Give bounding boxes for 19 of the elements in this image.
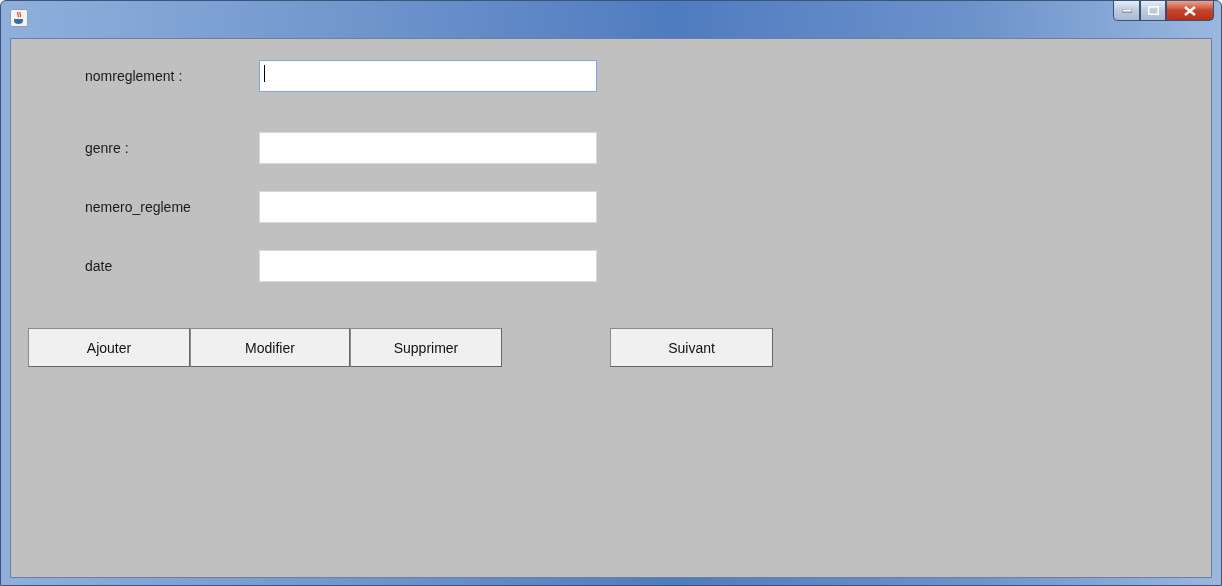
action-button[interactable]: Modifier bbox=[190, 328, 350, 367]
minimize-icon bbox=[1121, 8, 1132, 13]
maximize-button[interactable] bbox=[1140, 1, 1166, 21]
field-label: genre : bbox=[85, 140, 130, 156]
input-field[interactable] bbox=[259, 250, 597, 282]
minimize-button[interactable] bbox=[1113, 1, 1140, 21]
input-field[interactable] bbox=[259, 191, 597, 223]
field-label: date bbox=[85, 258, 114, 274]
input-field[interactable] bbox=[259, 60, 597, 92]
input-field[interactable] bbox=[259, 132, 597, 164]
action-button[interactable]: Ajouter bbox=[28, 328, 190, 367]
close-icon bbox=[1184, 5, 1196, 16]
field-label: nomreglement : bbox=[85, 68, 184, 84]
close-button[interactable] bbox=[1166, 1, 1214, 21]
next-button[interactable]: Suivant bbox=[610, 328, 773, 367]
coffee-cup-icon bbox=[10, 9, 28, 27]
maximize-icon bbox=[1147, 6, 1159, 15]
field-label: nemero_regleme bbox=[85, 199, 192, 215]
action-button[interactable]: Supprimer bbox=[350, 328, 502, 367]
